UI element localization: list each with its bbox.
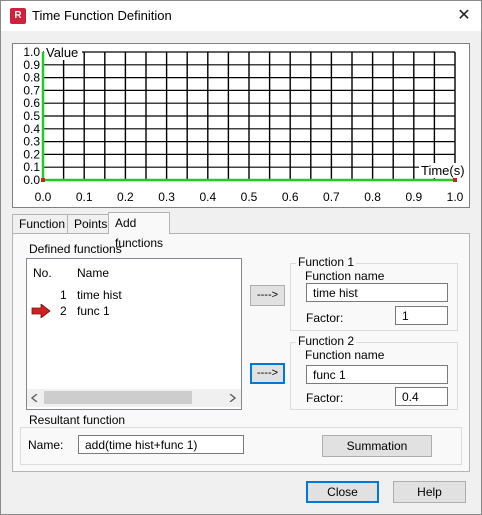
selected-arrow-icon — [31, 304, 51, 318]
function2-name-field[interactable]: func 1 — [306, 365, 448, 384]
x-tick-label: 0.1 — [76, 190, 93, 204]
row-1-name[interactable]: time hist — [77, 288, 122, 302]
resultant-name-field[interactable]: add(time hist+func 1) — [78, 435, 244, 454]
row-2-name[interactable]: func 1 — [77, 304, 110, 318]
time-function-chart: 0.00.10.20.30.40.50.60.70.80.91.00.0 0.1 0… — [12, 43, 470, 208]
scrollbar-thumb[interactable] — [44, 391, 192, 404]
y-tick-label: 0.9 — [23, 58, 40, 72]
x-tick-label: 0.5 — [241, 190, 258, 204]
tab-function[interactable]: Function — [12, 214, 73, 233]
x-tick-label: 0.3 — [158, 190, 175, 204]
y-tick-label: 0.6 — [23, 96, 40, 110]
y-tick-label: 0.0 — [23, 173, 40, 187]
function2-factor-label: Factor: — [306, 391, 344, 405]
row-2-number: 2 — [60, 304, 67, 318]
scroll-left-icon[interactable] — [31, 394, 39, 402]
horizontal-scrollbar[interactable] — [27, 389, 241, 407]
defined-functions-label: Defined functions — [27, 242, 124, 256]
y-tick-label: 0.2 — [23, 147, 40, 161]
x-tick-label: 0.2 — [117, 190, 134, 204]
window-title: Time Function Definition — [32, 8, 172, 23]
add-to-function1-button[interactable]: ----> — [250, 285, 285, 306]
y-tick-label: 0.4 — [23, 122, 40, 136]
function1-factor-label: Factor: — [306, 311, 344, 325]
y-axis-label: Value — [46, 45, 78, 60]
title-bar: R Time Function Definition ✕ — [1, 1, 481, 31]
app-logo-icon: R — [10, 8, 26, 24]
x-tick-label: 0.8 — [364, 190, 381, 204]
tab-add-functions[interactable]: Add functions — [108, 212, 171, 250]
scroll-right-icon[interactable] — [228, 394, 236, 402]
x-tick-label: 0.9 — [405, 190, 422, 204]
add-to-function2-button[interactable]: ----> — [250, 363, 285, 384]
column-header-no: No. — [33, 266, 52, 280]
close-button[interactable]: Close — [306, 481, 379, 503]
x-tick-label: 0.0 — [35, 190, 52, 204]
column-header-name: Name — [77, 266, 110, 280]
x-tick-label: 1.0 — [447, 190, 464, 204]
row-1-number: 1 — [60, 288, 67, 302]
x-tick-label: 0.4 — [199, 190, 216, 204]
y-tick-label: 0.1 — [23, 160, 40, 174]
function1-name-label: Function name — [305, 269, 385, 283]
resultant-function-label: Resultant function — [27, 413, 128, 427]
close-window-icon[interactable]: ✕ — [449, 3, 479, 29]
data-point-marker — [41, 178, 45, 182]
y-tick-label: 0.7 — [23, 83, 40, 97]
resultant-name-label: Name: — [28, 438, 64, 452]
function2-name-label: Function name — [305, 348, 385, 362]
function2-group-label: Function 2 — [296, 334, 357, 348]
y-tick-label: 0.3 — [23, 135, 40, 149]
function1-name-field[interactable]: time hist — [306, 283, 448, 302]
x-axis-label: Time(s) — [421, 163, 465, 178]
summation-button[interactable]: Summation — [322, 435, 432, 457]
y-tick-label: 0.8 — [23, 71, 40, 85]
x-tick-label: 0.6 — [282, 190, 299, 204]
y-tick-label: 0.5 — [23, 109, 40, 123]
functions-list[interactable]: No. Name 1 time hist 2 func 1 — [26, 258, 242, 410]
help-button[interactable]: Help — [393, 481, 466, 503]
function1-group-label: Function 1 — [296, 255, 357, 269]
y-tick-label: 1.0 — [23, 45, 40, 59]
function1-factor-field[interactable]: 1 — [395, 306, 448, 325]
x-tick-label: 0.7 — [323, 190, 340, 204]
data-point-marker — [453, 178, 457, 182]
function2-factor-field[interactable]: 0.4 — [395, 387, 448, 406]
